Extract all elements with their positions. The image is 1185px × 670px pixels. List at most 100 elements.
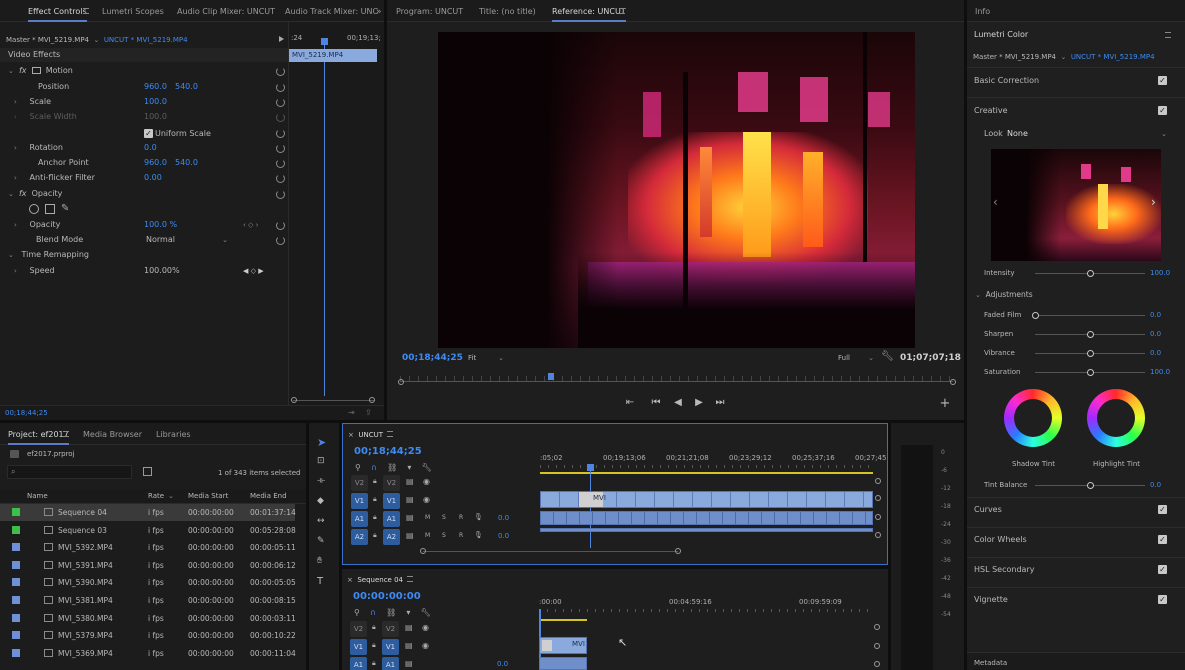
tint-balance-slider[interactable]	[1035, 482, 1145, 489]
tab-title[interactable]: Title: (no title)	[479, 0, 536, 22]
tab-audio-track-mixer[interactable]: Audio Track Mixer: UNC	[285, 0, 378, 22]
selection-tool-icon[interactable]: ➤	[317, 436, 326, 449]
timeline-tab[interactable]: × Sequence 04	[347, 573, 414, 587]
panel-menu-icon[interactable]	[63, 431, 69, 437]
sync-lock-icon[interactable]: ▤	[405, 641, 413, 650]
slider-knob[interactable]	[1087, 369, 1094, 376]
shadow-tint-wheel[interactable]	[1004, 389, 1062, 447]
col-name[interactable]: Name	[27, 489, 48, 503]
tab-effect-controls[interactable]: Effect Controls	[28, 0, 87, 22]
slider-knob[interactable]	[1087, 270, 1094, 277]
tab-media-browser[interactable]: Media Browser	[83, 423, 142, 445]
expand-chevron-icon[interactable]: ›	[14, 98, 17, 106]
vignette-header[interactable]: Vignette	[974, 593, 1008, 607]
saturation-slider[interactable]	[1035, 369, 1145, 376]
tab-program[interactable]: Program: UNCUT	[396, 0, 463, 22]
reset-uniform-icon[interactable]	[276, 129, 285, 138]
ec-source-selector[interactable]: Master * MVI_5219.MP4 ⌄ UNCUT * MVI_5219…	[6, 33, 188, 47]
fit-select[interactable]: Fit ⌄	[468, 351, 504, 365]
audio-clip[interactable]	[539, 657, 587, 670]
tab-project[interactable]: Project: ef2017	[8, 423, 69, 445]
new-bin-icon[interactable]	[143, 467, 152, 476]
timeline-settings-icon[interactable]: 🔧︎	[422, 463, 432, 472]
step-back-icon[interactable]: ◀	[671, 397, 685, 408]
timeline-ruler[interactable]: :00:00 00:04:59:16 00:09:59:09	[539, 598, 879, 612]
preview-next-icon[interactable]: ›	[1151, 195, 1156, 209]
ec-scroll-handle-right[interactable]	[369, 397, 375, 403]
position-x-value[interactable]: 960.0	[144, 80, 167, 94]
keyframe-nav-icon[interactable]: ‹ ◇ ›	[243, 218, 258, 232]
project-search[interactable]: ⌕	[7, 465, 132, 479]
voiceover-mic-icon[interactable]: 🎙︎	[474, 513, 483, 521]
panel-menu-icon[interactable]	[619, 8, 625, 14]
solo-toggle[interactable]: S	[442, 532, 446, 539]
track-target-toggle[interactable]: V2	[382, 621, 399, 637]
expand-chevron-icon[interactable]: ›	[14, 221, 17, 229]
work-area-bar[interactable]	[539, 619, 587, 621]
mute-toggle[interactable]: M	[425, 532, 430, 539]
label-color-swatch[interactable]	[12, 543, 20, 552]
ellipse-mask-icon[interactable]	[29, 204, 39, 214]
track-volume-value[interactable]: 0.0	[498, 532, 509, 540]
lock-icon[interactable]: 🔒︎	[372, 623, 376, 632]
sharpen-slider[interactable]	[1035, 331, 1145, 338]
scrub-handle-right[interactable]	[950, 379, 956, 385]
speed-value[interactable]: 100.00%	[144, 264, 180, 278]
play-icon[interactable]	[279, 36, 284, 42]
timeline-tab[interactable]: × UNCUT	[348, 428, 394, 442]
nest-icon[interactable]: ⚲	[354, 608, 360, 617]
timeline-playhead[interactable]	[590, 468, 591, 548]
mark-in-out-icon[interactable]: ⇤	[623, 397, 637, 408]
intensity-value[interactable]: 100.0	[1150, 266, 1170, 280]
go-to-out-icon[interactable]: ⏭︎	[713, 397, 727, 408]
col-media-end[interactable]: Media End	[250, 489, 287, 503]
label-color-swatch[interactable]	[12, 613, 20, 622]
label-color-swatch[interactable]	[12, 560, 20, 569]
reset-opacity-section-icon[interactable]	[276, 190, 285, 199]
uniform-scale-checkbox[interactable]: ✓	[144, 129, 153, 138]
slider-knob[interactable]	[1087, 350, 1094, 357]
record-toggle[interactable]: R	[459, 532, 463, 539]
reset-motion-icon[interactable]	[276, 67, 285, 76]
rectangle-mask-icon[interactable]	[45, 204, 55, 214]
rotation-value[interactable]: 0.0	[144, 141, 157, 155]
reset-antiflicker-icon[interactable]	[276, 174, 285, 183]
antiflicker-value[interactable]: 0.00	[144, 171, 162, 185]
lock-icon[interactable]: 🔒︎	[372, 641, 376, 650]
source-patch-toggle[interactable]: A1	[350, 657, 367, 670]
collapse-chevron-icon[interactable]: ⌄	[8, 190, 14, 198]
export-icon[interactable]: ⇪	[365, 408, 372, 417]
tab-audio-clip-mixer[interactable]: Audio Clip Mixer: UNCUT	[177, 0, 275, 22]
timeline-timecode[interactable]: 00;18;44;25	[354, 445, 422, 459]
ec-mini-timeline[interactable]: :24 00;19;13; MVI_5219.MP4	[288, 22, 384, 420]
add-marker-icon[interactable]: ▾	[406, 608, 410, 617]
video-clip[interactable]: MVI	[540, 491, 873, 508]
source-patch-toggle[interactable]: V2	[350, 621, 367, 637]
project-item-row[interactable]: MVI_5380.MP4 i fps 00:00:00:00 00:00:03:11	[0, 610, 296, 627]
nest-icon[interactable]: ⚲	[355, 463, 361, 472]
reset-position-icon[interactable]	[276, 83, 285, 92]
scale-value[interactable]: 100.0	[144, 95, 167, 109]
expand-chevron-icon[interactable]: ›	[14, 174, 17, 182]
tab-metadata[interactable]: Metadata	[974, 656, 1007, 670]
source-patch-toggle[interactable]: A2	[351, 529, 368, 545]
ec-playhead-head[interactable]	[321, 38, 328, 45]
add-marker-icon[interactable]: ▾	[407, 463, 411, 472]
resolution-select[interactable]: Full ⌄	[838, 351, 874, 365]
creative-header[interactable]: Creative	[974, 104, 1008, 118]
hsl-checkbox[interactable]: ✓	[1158, 565, 1167, 574]
project-item-row[interactable]: MVI_5379.MP4 i fps 00:00:00:00 00:00:10:22	[0, 627, 296, 644]
add-button-icon[interactable]: +	[938, 396, 952, 411]
eye-icon[interactable]: ◉	[423, 477, 430, 486]
panel-menu-icon[interactable]	[83, 8, 89, 14]
saturation-value[interactable]: 100.0	[1150, 365, 1170, 379]
sync-lock-icon[interactable]: ▤	[406, 531, 414, 540]
lock-icon[interactable]: 🔒︎	[373, 513, 377, 522]
project-item-row[interactable]: MVI_5381.MP4 i fps 00:00:00:00 00:00:08:15	[0, 592, 296, 609]
anchor-x-value[interactable]: 960.0	[144, 156, 167, 170]
ec-sequence[interactable]: UNCUT * MVI_5219.MP4	[104, 36, 188, 44]
ec-timecode[interactable]: 00;18;44;25	[5, 406, 48, 420]
project-item-row[interactable]: MVI_5369.MP4 i fps 00:00:00:00 00:00:11:04	[0, 645, 296, 662]
video-frame[interactable]	[438, 32, 915, 348]
tab-info[interactable]: Info	[975, 0, 990, 22]
